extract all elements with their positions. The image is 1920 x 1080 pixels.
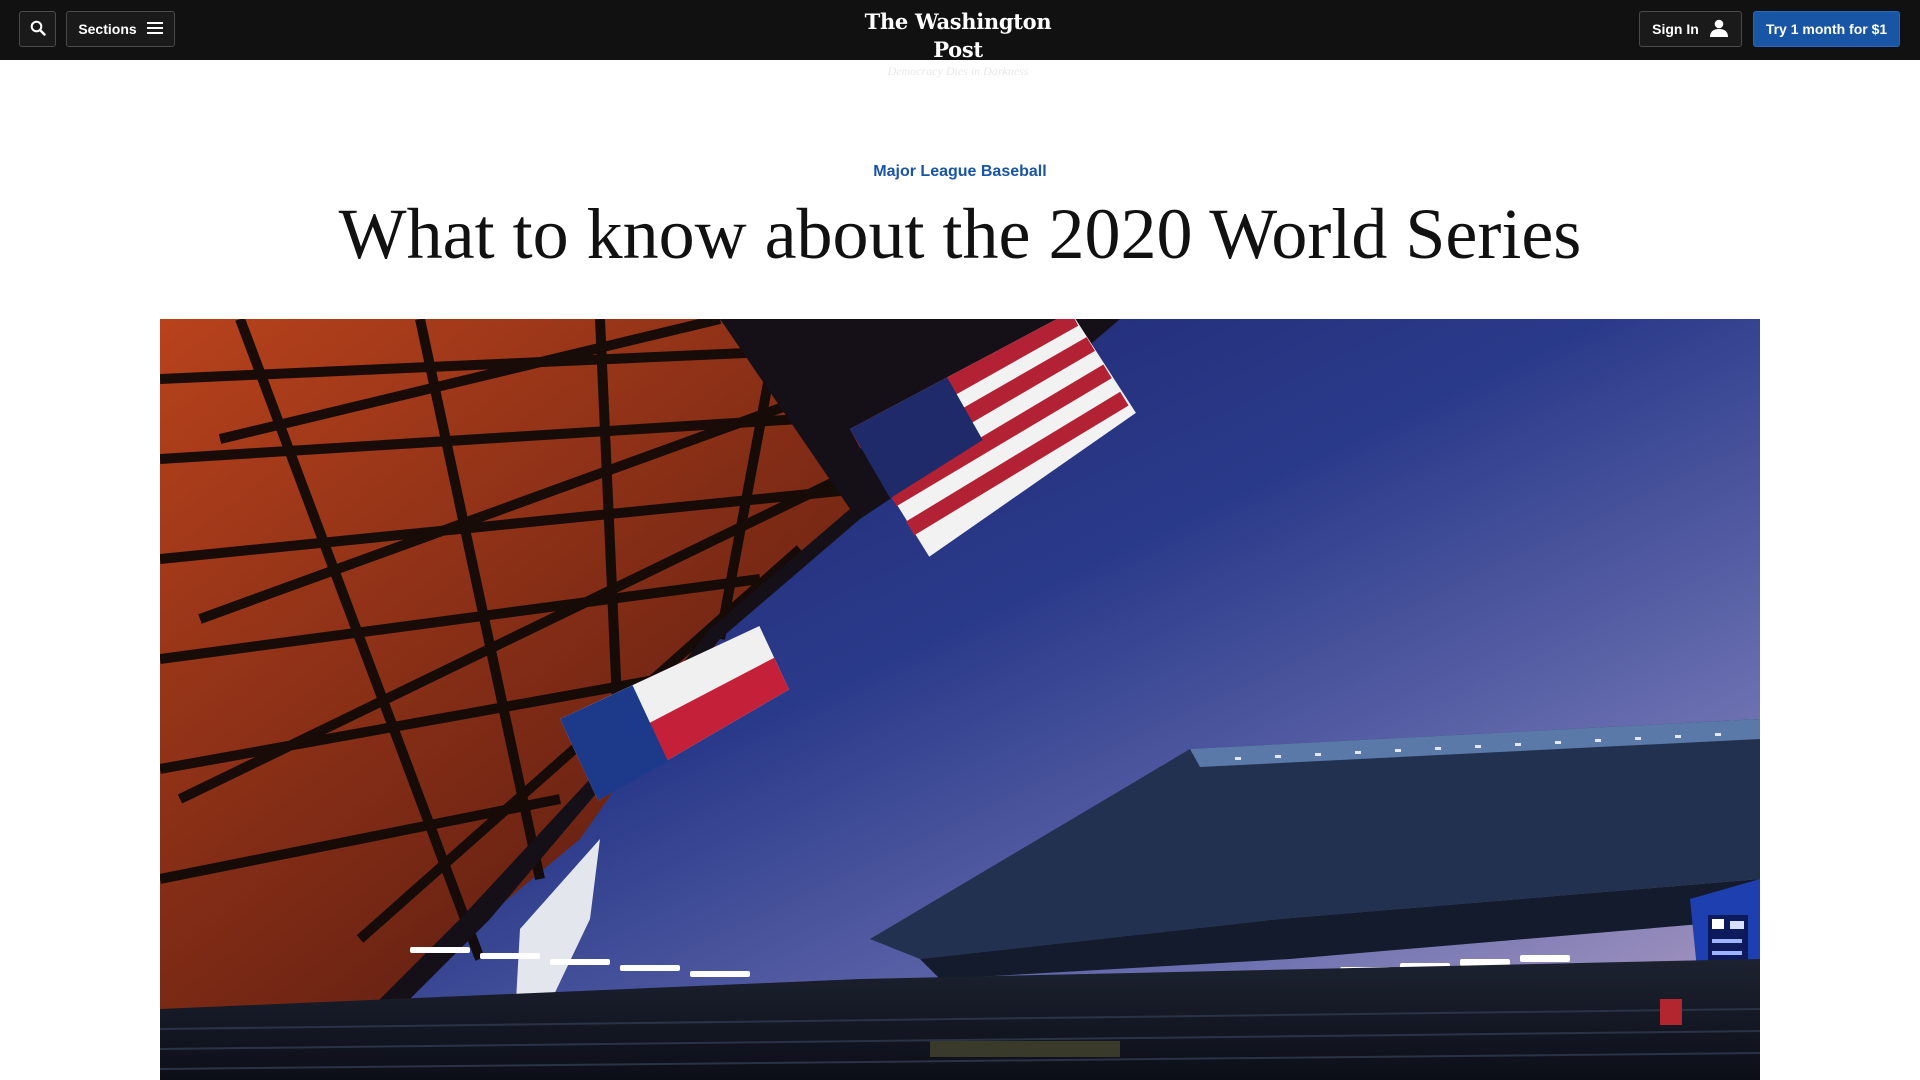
article-headline: What to know about the 2020 World Series xyxy=(338,194,1582,274)
subscribe-trial-button[interactable]: Try 1 month for $1 xyxy=(1753,11,1900,47)
hero-image xyxy=(160,319,1760,1080)
hamburger-menu-icon xyxy=(146,21,163,38)
top-nav-bar: Sections The Washington Post Democracy D… xyxy=(0,0,1920,78)
search-button[interactable] xyxy=(19,11,56,47)
user-icon xyxy=(1709,19,1729,40)
masthead-tagline: Democracy Dies in Darkness xyxy=(887,64,1029,78)
search-icon xyxy=(30,20,46,39)
sections-label: Sections xyxy=(78,21,137,37)
masthead-logo[interactable]: The Washington Post Democracy Dies in Da… xyxy=(840,8,1076,78)
sections-button[interactable]: Sections xyxy=(66,11,175,47)
sign-in-label: Sign In xyxy=(1652,21,1699,37)
sign-in-button[interactable]: Sign In xyxy=(1639,11,1742,47)
article-kicker-link[interactable]: Major League Baseball xyxy=(0,163,1920,181)
masthead-name: The Washington Post xyxy=(864,9,1052,62)
